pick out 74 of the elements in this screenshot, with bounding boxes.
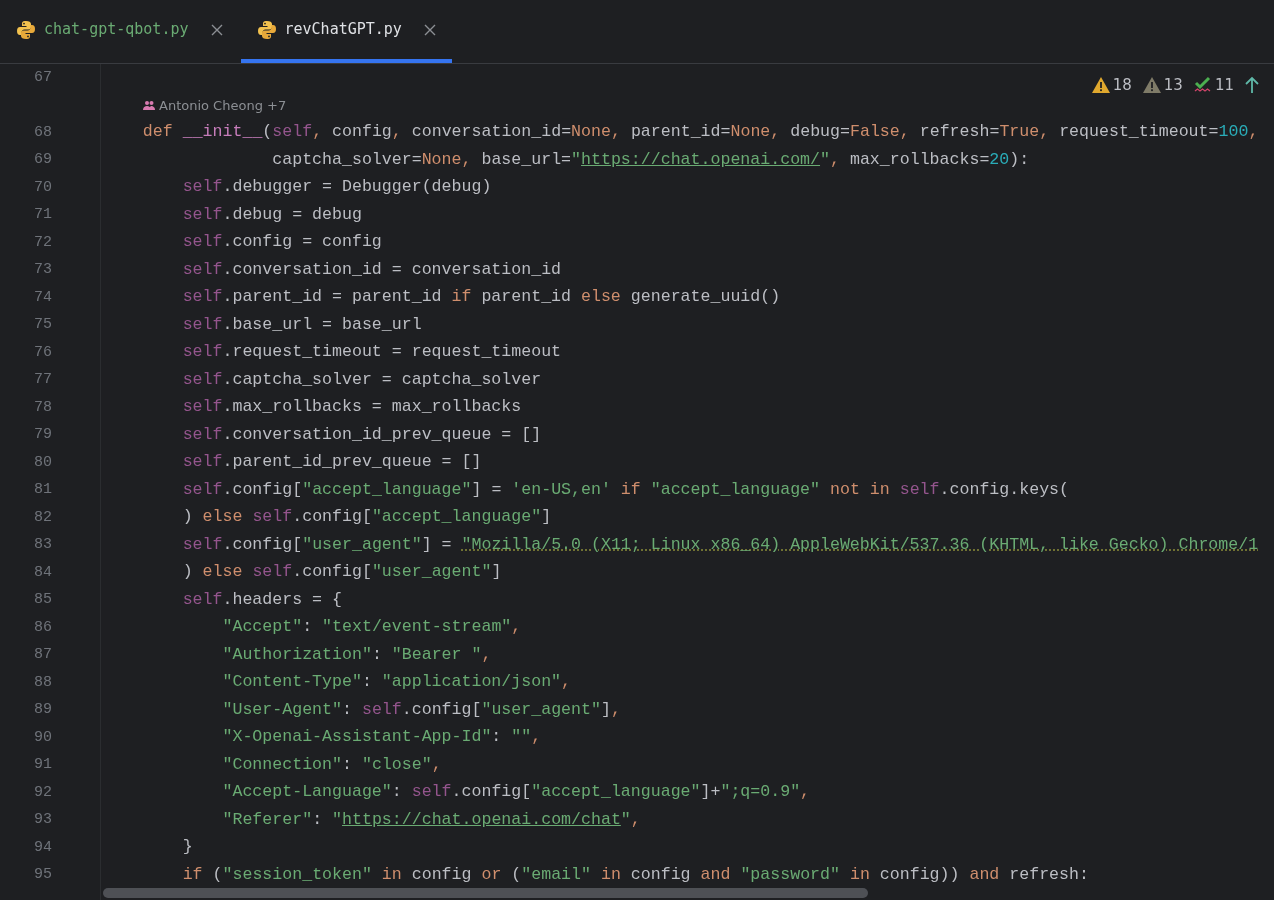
tab-label: revChatGPT.py	[284, 19, 402, 41]
code-line: self.parent_id_prev_queue = []	[181, 451, 482, 474]
line-number: 86	[33, 617, 52, 638]
editor-tab[interactable]: revChatGPT.py	[240, 0, 452, 63]
python-file-icon	[256, 19, 277, 40]
code-line: "Accept": "text/event-stream",	[221, 616, 522, 639]
inspection-count[interactable]: 11	[1214, 74, 1234, 97]
line-number: 92	[33, 782, 52, 803]
line-number: 75	[33, 315, 52, 335]
code-line: "Connection": "close",	[221, 753, 442, 776]
line-number: 82	[33, 507, 52, 528]
code-line: "User-Agent": self.config["user_agent"],	[221, 698, 621, 721]
code-line: self.parent_id = parent_id if parent_id else generate_uuid()	[181, 286, 781, 309]
line-number: 81	[33, 480, 52, 500]
line-number: 72	[33, 232, 52, 253]
line-number: 80	[33, 452, 52, 473]
code-line: "Authorization": "Bearer ",	[221, 643, 492, 666]
code-line: ) else self.config["accept_language"]	[181, 506, 552, 529]
tab-label: chat-gpt-qbot.py	[44, 19, 189, 41]
warning-icon	[1090, 76, 1111, 95]
line-number: 91	[33, 755, 52, 775]
line-number: 79	[33, 425, 52, 445]
line-number: 84	[33, 562, 52, 583]
code-line: self.debug = debug	[181, 203, 362, 226]
code-line: self.request_timeout = request_timeout	[181, 341, 562, 364]
code-line: def __init__(self, config, conversation_id=None, parent_id=None, debug=False, refresh=True, request_timeout=100,	[141, 121, 1259, 144]
line-number: 77	[33, 370, 52, 390]
line-number: 71	[33, 205, 52, 225]
line-number: 67	[33, 67, 52, 88]
code-line: self.captcha_solver = captcha_solver	[181, 368, 542, 391]
line-number: 78	[33, 397, 52, 418]
author-hint[interactable]: Antonio Cheong +7	[159, 95, 287, 115]
line-number: 94	[33, 837, 52, 858]
line-number: 76	[33, 342, 52, 363]
inspection-count[interactable]: 18	[1112, 74, 1132, 97]
line-number: 83	[33, 535, 52, 555]
line-number: 68	[33, 122, 52, 143]
line-number: 87	[33, 645, 52, 665]
up-arrow-icon[interactable]	[1244, 76, 1260, 95]
line-number: 88	[33, 672, 52, 693]
code-line: "Accept-Language": self.config["accept_language"]+";q=0.9",	[221, 781, 811, 804]
code-line: self.headers = {	[181, 588, 342, 611]
editor-tab[interactable]: chat-gpt-qbot.py	[14, 0, 237, 63]
code-line: "Content-Type": "application/json",	[221, 671, 572, 694]
code-line: self.conversation_id_prev_queue = []	[181, 423, 542, 446]
code-line: self.conversation_id = conversation_id	[181, 258, 562, 281]
code-line: self.max_rollbacks = max_rollbacks	[181, 396, 522, 419]
inspection-count[interactable]: 13	[1163, 74, 1183, 97]
code-line: "X-Openai-Assistant-App-Id": "",	[221, 726, 542, 749]
line-number: 89	[33, 700, 52, 720]
code-line: "Referer": "https://chat.openai.com/chat",	[221, 808, 641, 831]
code-line: self.config["user_agent"] = "Mozilla/5.0 (X11; Linux x86_64) AppleWebKit/537.36 (KHTML, like Gecko) Chrome/1	[181, 533, 1259, 556]
code-line: captcha_solver=None, base_url="https://chat.openai.com/", max_rollbacks=20):	[271, 148, 1030, 171]
line-number: 70	[33, 177, 52, 198]
warning-icon	[1141, 76, 1162, 95]
line-number: 93	[33, 810, 52, 830]
line-number: 73	[33, 260, 52, 280]
line-number: 69	[33, 150, 52, 170]
line-number: 74	[33, 287, 52, 308]
code-line: self.base_url = base_url	[181, 313, 422, 336]
python-file-icon	[16, 19, 36, 40]
code-line: ) else self.config["user_agent"]	[181, 561, 502, 584]
people-icon	[143, 100, 155, 111]
line-number: 90	[33, 727, 52, 748]
code-line: self.config["accept_language"] = 'en-US,en' if "accept_language" not in self.config.keys(	[181, 478, 1069, 501]
horizontal-scrollbar[interactable]	[103, 888, 868, 898]
line-number: 95	[33, 865, 52, 885]
close-icon[interactable]	[423, 23, 436, 36]
code-line: }	[181, 836, 193, 859]
code-line: self.debugger = Debugger(debug)	[181, 176, 492, 199]
line-number: 85	[33, 590, 52, 610]
close-icon[interactable]	[210, 23, 223, 36]
code-line: if ("session_token" in config or ("email" in config and "password" in config)) and refresh:	[181, 863, 1089, 886]
code-line: self.config = config	[181, 231, 382, 254]
